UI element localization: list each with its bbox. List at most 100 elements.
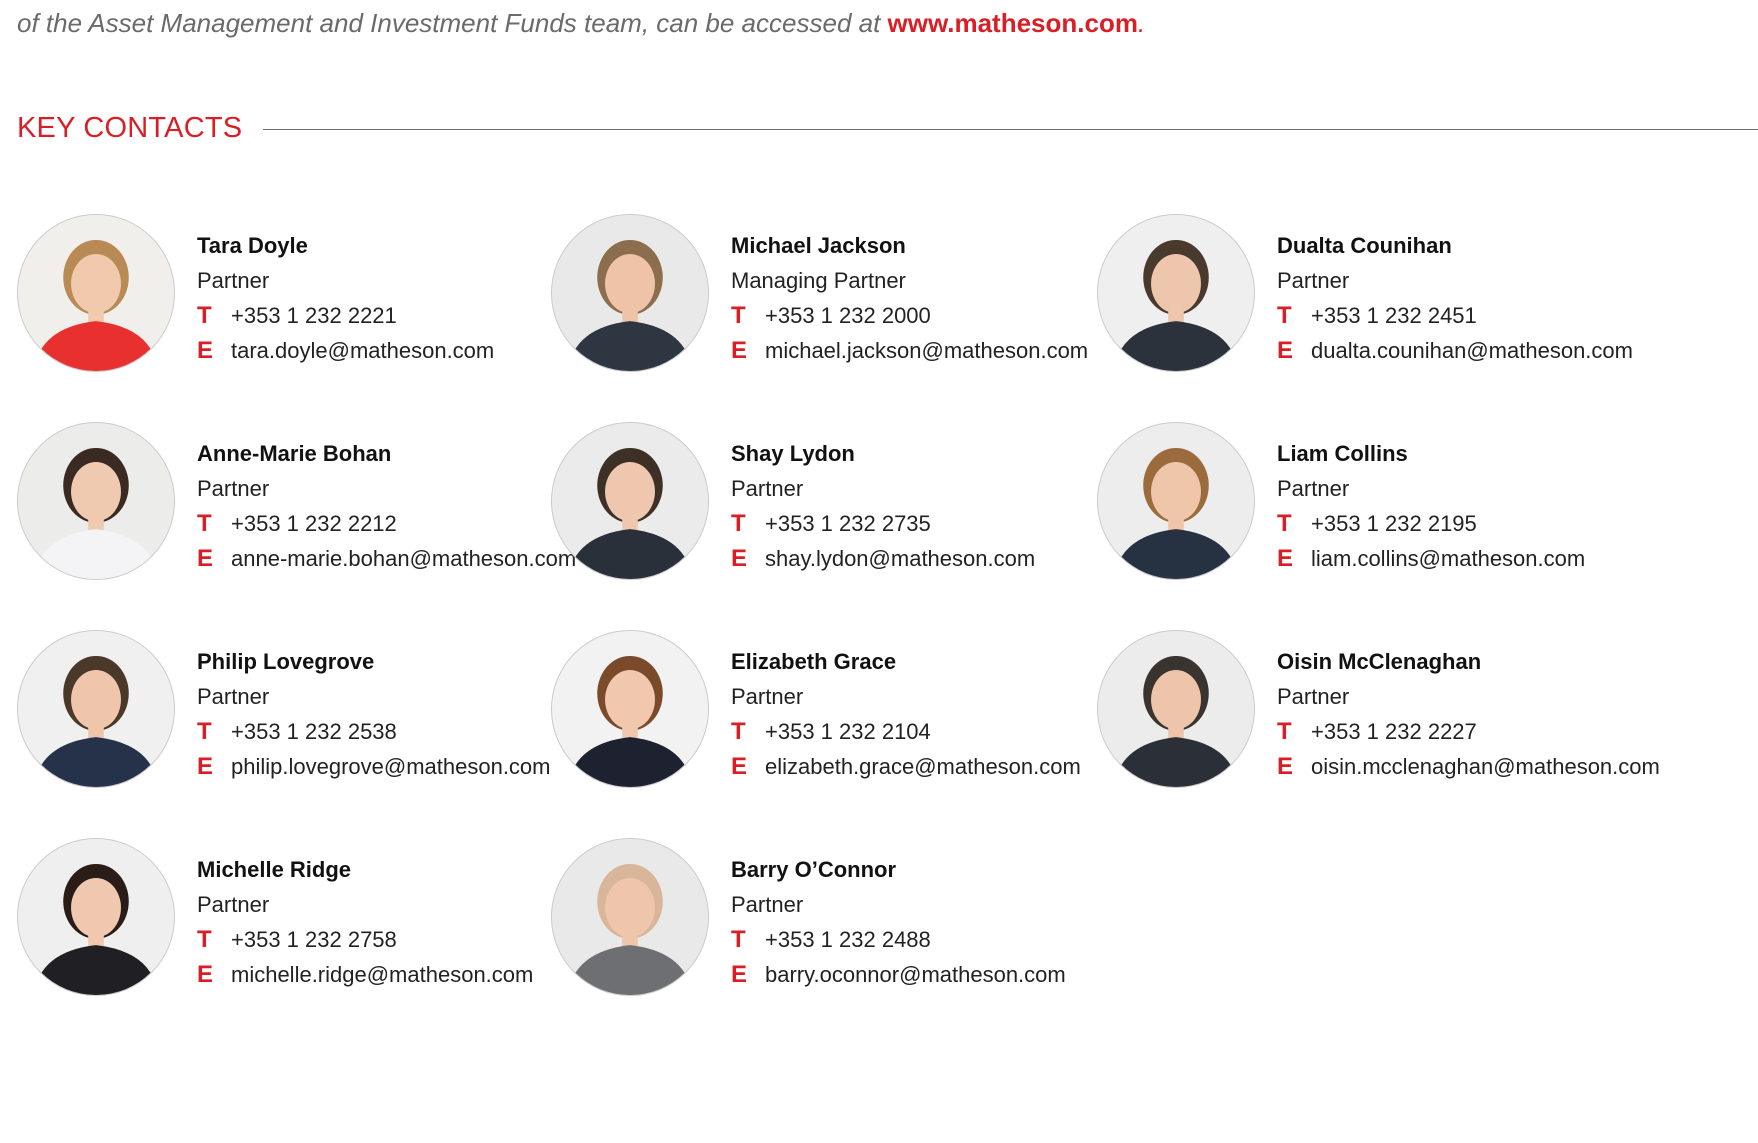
contact-photo [17,214,175,372]
contact-phone[interactable]: +353 1 232 2538 [231,719,397,744]
contact-phone-row: T +353 1 232 2488 [731,922,1066,957]
contact-email-row: Ephilip.lovegrove@matheson.com [197,749,551,784]
email-label: E [1277,337,1294,364]
contact-email[interactable]: anne-marie.bohan@matheson.com [231,546,576,571]
contact-card: Liam Collins Partner T +353 1 232 2195 El… [1097,422,1657,582]
email-label: E [197,545,214,572]
contact-email-row: Eoisin.mcclenaghan@matheson.com [1277,749,1660,784]
contact-name: Michael Jackson [731,233,906,258]
contact-phone[interactable]: +353 1 232 2451 [1311,303,1477,328]
contact-email[interactable]: dualta.counihan@matheson.com [1311,338,1633,363]
contact-name: Michelle Ridge [197,857,352,882]
contact-phone[interactable]: +353 1 232 2221 [231,303,397,328]
phone-label: T [1277,718,1292,745]
contact-role: Partner [731,892,804,917]
email-label: E [197,337,214,364]
contact-photo [551,630,709,788]
contact-role: Managing Partner [731,268,906,293]
contact-photo [17,630,175,788]
contact-name: Liam Collins [1277,441,1408,466]
phone-label: T [731,510,746,537]
phone-label: T [1277,302,1292,329]
contact-phone-row: T +353 1 232 2000 [731,298,1088,333]
website-link[interactable]: www.matheson.com [888,8,1138,38]
contact-name: Shay Lydon [731,441,855,466]
contact-email-row: Eliam.collins@matheson.com [1277,541,1585,576]
contact-card: Barry O’Connor Partner T +353 1 232 2488 … [551,838,1111,998]
contact-card: Dualta Counihan Partner T +353 1 232 2451… [1097,214,1657,374]
contact-info: Elizabeth Grace Partner T +353 1 232 2104… [731,644,1081,784]
contact-info: Oisin McClenaghan Partner T +353 1 232 22… [1277,644,1660,784]
contact-phone[interactable]: +353 1 232 2000 [765,303,931,328]
contact-info: Michelle Ridge Partner T +353 1 232 2758 … [197,852,533,992]
email-label: E [731,545,748,572]
contact-role: Partner [197,268,270,293]
contact-photo [551,838,709,996]
contact-card: Michelle Ridge Partner T +353 1 232 2758 … [17,838,577,998]
contact-email[interactable]: barry.oconnor@matheson.com [765,962,1066,987]
contact-email-row: Eelizabeth.grace@matheson.com [731,749,1081,784]
contact-photo [551,214,709,372]
contact-phone-row: T +353 1 232 2212 [197,506,576,541]
email-label: E [731,337,748,364]
contact-phone-row: T +353 1 232 2735 [731,506,1035,541]
email-label: E [197,753,214,780]
intro-trail: . [1137,8,1146,38]
contact-role: Partner [1277,268,1350,293]
contact-name: Barry O’Connor [731,857,897,882]
contact-phone-row: T +353 1 232 2758 [197,922,533,957]
contact-card: Philip Lovegrove Partner T +353 1 232 253… [17,630,577,790]
contact-phone[interactable]: +353 1 232 2195 [1311,511,1477,536]
contact-photo [1097,422,1255,580]
contact-email[interactable]: oisin.mcclenaghan@matheson.com [1311,754,1660,779]
contact-email[interactable]: michelle.ridge@matheson.com [231,962,533,987]
contact-card: Michael Jackson Managing Partner T +353 1… [551,214,1111,374]
contact-email[interactable]: elizabeth.grace@matheson.com [765,754,1081,779]
contact-photo [551,422,709,580]
contact-info: Philip Lovegrove Partner T +353 1 232 253… [197,644,551,784]
contact-photo [1097,214,1255,372]
contact-info: Tara Doyle Partner T +353 1 232 2221 Etar… [197,228,494,368]
contact-phone[interactable]: +353 1 232 2212 [231,511,397,536]
contact-card: Tara Doyle Partner T +353 1 232 2221 Etar… [17,214,577,374]
contact-email[interactable]: shay.lydon@matheson.com [765,546,1035,571]
contact-name: Dualta Counihan [1277,233,1452,258]
contact-role: Partner [731,684,804,709]
contact-role: Partner [1277,684,1350,709]
phone-label: T [197,302,212,329]
contact-info: Shay Lydon Partner T +353 1 232 2735 Esha… [731,436,1035,576]
contact-email-row: Ebarry.oconnor@matheson.com [731,957,1066,992]
contact-role: Partner [1277,476,1350,501]
email-label: E [731,961,748,988]
contact-email-row: Etara.doyle@matheson.com [197,333,494,368]
contact-card: Oisin McClenaghan Partner T +353 1 232 22… [1097,630,1660,790]
phone-label: T [731,718,746,745]
contact-email[interactable]: philip.lovegrove@matheson.com [231,754,551,779]
contact-email-row: Emichael.jackson@matheson.com [731,333,1088,368]
contact-email[interactable]: michael.jackson@matheson.com [765,338,1088,363]
phone-label: T [1277,510,1292,537]
email-label: E [731,753,748,780]
contact-phone-row: T +353 1 232 2538 [197,714,551,749]
contact-email[interactable]: liam.collins@matheson.com [1311,546,1585,571]
contact-name: Anne-Marie Bohan [197,441,392,466]
contact-info: Dualta Counihan Partner T +353 1 232 2451… [1277,228,1633,368]
contact-phone-row: T +353 1 232 2221 [197,298,494,333]
intro-paragraph: of the Asset Management and Investment F… [17,8,1145,39]
contact-phone[interactable]: +353 1 232 2227 [1311,719,1477,744]
contact-info: Anne-Marie Bohan Partner T +353 1 232 221… [197,436,576,576]
section-divider [263,129,1758,130]
contact-photo [1097,630,1255,788]
contact-email[interactable]: tara.doyle@matheson.com [231,338,494,363]
contact-phone[interactable]: +353 1 232 2735 [765,511,931,536]
contact-phone[interactable]: +353 1 232 2758 [231,927,397,952]
contact-card: Elizabeth Grace Partner T +353 1 232 2104… [551,630,1111,790]
contact-name: Tara Doyle [197,233,308,258]
contact-email-row: Emichelle.ridge@matheson.com [197,957,533,992]
contact-phone-row: T +353 1 232 2227 [1277,714,1660,749]
phone-label: T [731,302,746,329]
contact-phone[interactable]: +353 1 232 2488 [765,927,931,952]
contact-email-row: Eanne-marie.bohan@matheson.com [197,541,576,576]
contact-phone[interactable]: +353 1 232 2104 [765,719,931,744]
contact-phone-row: T +353 1 232 2451 [1277,298,1633,333]
